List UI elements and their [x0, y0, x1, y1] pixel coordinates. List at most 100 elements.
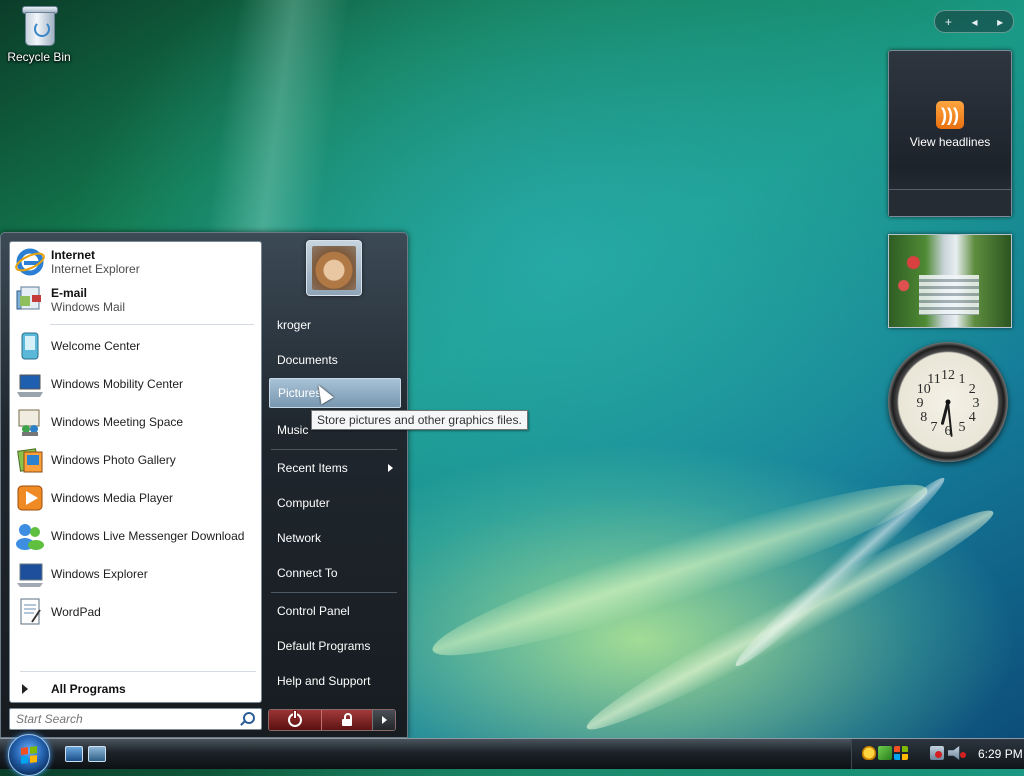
taskbar: 6:29 PM [0, 734, 1024, 776]
recent-items-label: Recent Items [277, 461, 348, 475]
recent-items-link[interactable]: Recent Items [269, 453, 401, 483]
recent-item-label: Windows Explorer [51, 567, 148, 581]
recycle-bin-desktop-icon[interactable]: Recycle Bin [6, 2, 72, 64]
wallpaper-streak [727, 469, 953, 675]
shutdown-options-button[interactable] [372, 710, 395, 730]
kitten-picture [312, 246, 356, 290]
recent-item-photo-gallery[interactable]: Windows Photo Gallery [14, 443, 257, 477]
next-page-button[interactable]: ▸ [997, 15, 1003, 29]
start-search-input[interactable] [14, 710, 238, 728]
recent-item-label: WordPad [51, 605, 101, 619]
slideshow-gadget[interactable] [888, 234, 1012, 328]
windows-update-icon[interactable] [894, 746, 908, 760]
right-arrow-icon [22, 684, 28, 694]
messenger-icon [14, 520, 46, 552]
recent-item-label: Windows Photo Gallery [51, 453, 176, 467]
network-link[interactable]: Network [269, 523, 401, 553]
recent-item-meeting-space[interactable]: Windows Meeting Space [14, 405, 257, 439]
wordpad-icon [14, 596, 46, 628]
recent-item-welcome-center[interactable]: Welcome Center [14, 329, 257, 363]
recent-item-mobility-center[interactable]: Windows Mobility Center [14, 367, 257, 401]
recycle-bin-label: Recycle Bin [7, 50, 71, 64]
clock-numeral: 2 [969, 382, 976, 397]
clock-numeral: 3 [973, 396, 980, 411]
start-menu: Internet Internet Explorer E-mail Windows … [0, 232, 408, 738]
recent-item-messenger-download[interactable]: Windows Live Messenger Download [14, 519, 257, 553]
defender-icon[interactable] [878, 746, 892, 760]
clock-numeral: 11 [927, 372, 940, 387]
switch-windows-icon[interactable] [88, 746, 106, 762]
power-button[interactable] [269, 710, 321, 730]
pinned-email-subtitle: Windows Mail [51, 300, 126, 314]
right-separator [271, 449, 397, 450]
documents-link[interactable]: Documents [269, 345, 401, 375]
clock-numeral: 5 [959, 420, 966, 435]
start-button[interactable] [8, 734, 50, 776]
clock-numeral: 9 [917, 396, 924, 411]
recent-item-media-player[interactable]: Windows Media Player [14, 481, 257, 515]
control-panel-link[interactable]: Control Panel [269, 596, 401, 626]
network-disconnected-icon[interactable] [930, 746, 944, 760]
clock-numeral: 8 [920, 410, 927, 425]
rss-feed-icon: ))) [936, 101, 964, 129]
pictures-tooltip: Store pictures and other graphics files. [311, 410, 528, 430]
power-controls [268, 709, 396, 731]
pinned-internet[interactable]: Internet Internet Explorer [14, 245, 257, 279]
user-avatar[interactable] [306, 240, 362, 296]
clock-time[interactable]: 6:29 PM [978, 747, 1023, 761]
clock-face: 1234567891011 12 [917, 368, 980, 439]
show-desktop-icon[interactable] [65, 746, 83, 762]
windows-explorer-icon [14, 558, 46, 590]
all-programs-separator [20, 671, 256, 672]
lock-button[interactable] [321, 710, 372, 730]
computer-link[interactable]: Computer [269, 488, 401, 518]
clock-hour-hand [940, 400, 950, 425]
pinned-separator [50, 324, 254, 325]
pictures-link[interactable]: Pictures [269, 378, 401, 408]
help-support-link[interactable]: Help and Support [269, 666, 401, 696]
sidebar-controls: + ◂ ▸ [934, 10, 1014, 33]
recent-item-label: Welcome Center [51, 339, 141, 353]
notification-area: 6:29 PM [851, 739, 1024, 769]
programs-pane: Internet Internet Explorer E-mail Windows … [9, 241, 262, 703]
windows-logo-icon [21, 746, 37, 764]
feed-gadget-footer [889, 189, 1011, 216]
user-folder-link[interactable]: kroger [269, 310, 401, 340]
search-icon[interactable] [243, 712, 255, 724]
welcome-center-icon [14, 330, 46, 362]
pinned-internet-subtitle: Internet Explorer [51, 262, 140, 276]
internet-explorer-icon [14, 246, 46, 278]
recent-item-windows-explorer[interactable]: Windows Explorer [14, 557, 257, 591]
security-shield-icon[interactable] [862, 746, 876, 760]
recent-item-wordpad[interactable]: WordPad [14, 595, 257, 629]
all-programs-button[interactable]: All Programs [20, 680, 250, 698]
start-search-box[interactable] [9, 708, 262, 730]
previous-page-button[interactable]: ◂ [971, 15, 977, 29]
photo-gallery-icon [14, 444, 46, 476]
feed-headlines-gadget[interactable]: ))) View headlines [888, 50, 1012, 217]
recent-item-label: Windows Live Messenger Download [51, 529, 245, 543]
clock-numeral: 12 [941, 368, 955, 383]
view-headlines-label: View headlines [909, 135, 991, 149]
pinned-internet-title: Internet [51, 248, 96, 262]
mobility-center-icon [14, 368, 46, 400]
arrow-right-icon [381, 716, 387, 724]
right-separator [271, 592, 397, 593]
wallpaper-streak [577, 494, 1003, 746]
clock-numeral: 1 [959, 372, 966, 387]
connect-to-link[interactable]: Connect To [269, 558, 401, 588]
add-gadget-button[interactable]: + [945, 15, 952, 29]
clock-center-pin [945, 399, 951, 405]
clock-gadget[interactable]: 1 2 3 4 5 6 7 8 9 10 11 12 [888, 342, 1008, 462]
lock-icon [342, 712, 352, 726]
all-programs-label: All Programs [51, 682, 126, 696]
default-programs-link[interactable]: Default Programs [269, 631, 401, 661]
mute-indicator-icon [960, 752, 966, 758]
submenu-arrow-icon [388, 464, 393, 472]
power-icon [288, 711, 302, 727]
pinned-email[interactable]: E-mail Windows Mail [14, 283, 257, 317]
pinned-email-title: E-mail [51, 286, 88, 300]
recent-item-label: Windows Mobility Center [51, 377, 184, 391]
recycle-bin-icon [22, 4, 58, 46]
clock-numeral: 7 [931, 420, 938, 435]
